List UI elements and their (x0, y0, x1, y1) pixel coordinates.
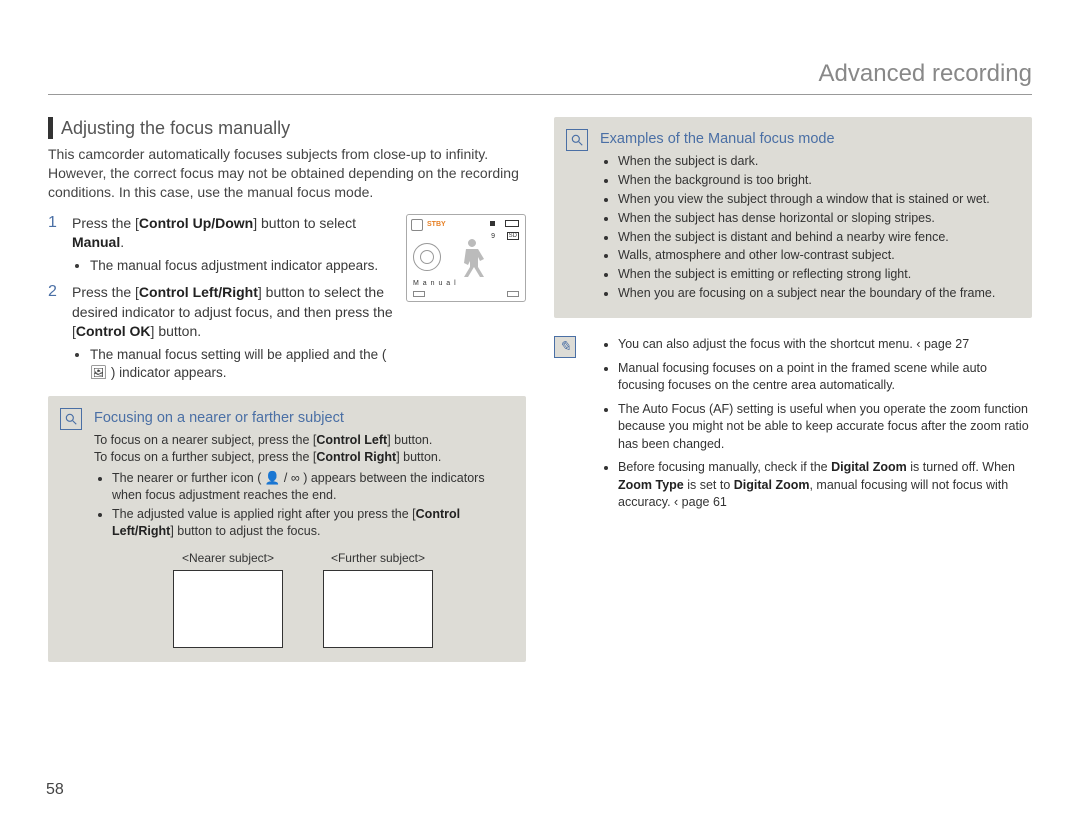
examples-bullet: Walls, atmosphere and other low-contrast… (618, 247, 1018, 264)
right-column: Examples of the Manual focus mode When t… (554, 117, 1032, 662)
home-icon (411, 219, 423, 231)
panel-line-1: To focus on a nearer subject, press the … (94, 432, 512, 449)
step-row: 2Press the [Control Left/Right] button t… (48, 283, 398, 382)
page-number: 58 (46, 781, 64, 799)
examples-bullet: When you are focusing on a subject near … (618, 285, 1018, 302)
step-body: Press the [Control Left/Right] button to… (72, 283, 398, 382)
panel-line-2: To focus on a further subject, press the… (94, 449, 512, 466)
focus-nearer-farther-panel: Focusing on a nearer or farther subject … (48, 396, 526, 661)
section-title: Adjusting the focus manually (61, 118, 290, 139)
magnify-icon (60, 408, 82, 430)
nearer-caption: <Nearer subject> (173, 550, 283, 566)
step-bullet: The manual focus setting will be applied… (90, 346, 398, 382)
note-bullet: The Auto Focus (AF) setting is useful wh… (618, 401, 1032, 454)
intro-paragraph: This camcorder automatically focuses sub… (48, 145, 526, 202)
examples-panel: Examples of the Manual focus mode When t… (554, 117, 1032, 318)
battery-icon (505, 220, 519, 227)
panel-bullet: The adjusted value is applied right afte… (112, 506, 512, 540)
examples-body: When the subject is dark. When the backgr… (600, 153, 1018, 302)
panel-body: To focus on a nearer subject, press the … (94, 432, 512, 647)
note-bullet: Before focusing manually, check if the D… (618, 459, 1032, 512)
examples-title: Examples of the Manual focus mode (600, 129, 1018, 147)
examples-bullet: When the subject is emitting or reflecti… (618, 266, 1018, 283)
nearer-thumb-col: <Nearer subject> (173, 550, 283, 648)
bottom-left-icon (413, 291, 425, 297)
notes-body: You can also adjust the focus with the s… (600, 336, 1032, 512)
lcd-screen-illustration: STBY 9 SD M a n u a l (406, 214, 526, 302)
further-thumb-col: <Further subject> (323, 550, 433, 648)
note-icon: ✎ (554, 336, 576, 358)
sd-icon: SD (507, 232, 519, 240)
content-columns: Adjusting the focus manually This camcor… (48, 117, 1032, 662)
examples-bullet: When the subject is dark. (618, 153, 1018, 170)
stby-label: STBY (427, 221, 446, 228)
nearer-thumb (173, 570, 283, 648)
examples-bullet: When the subject is distant and behind a… (618, 229, 1018, 246)
step-row: 1Press the [Control Up/Down] button to s… (48, 214, 398, 275)
bottom-right-icon (507, 291, 519, 297)
further-thumb (323, 570, 433, 648)
step-number: 1 (48, 214, 62, 275)
section-title-bar: Adjusting the focus manually (48, 117, 526, 139)
page-title: Advanced recording (48, 60, 1032, 95)
step-bullet: The manual focus adjustment indicator ap… (90, 257, 398, 275)
examples-bullet: When the background is too bright. (618, 172, 1018, 189)
thumb-row: <Nearer subject> <Further subject> (94, 550, 512, 648)
note-bullet: Manual focusing focuses on a point in th… (618, 360, 1032, 395)
further-caption: <Further subject> (323, 550, 433, 566)
rec-icon (490, 221, 495, 226)
left-column: Adjusting the focus manually This camcor… (48, 117, 526, 662)
magnify-icon (566, 129, 588, 151)
note-bullet: You can also adjust the focus with the s… (618, 336, 1032, 354)
examples-bullet: When the subject has dense horizontal or… (618, 210, 1018, 227)
person-silhouette-icon (452, 235, 492, 283)
dial-icon (413, 243, 441, 271)
notes-panel: ✎ You can also adjust the focus with the… (554, 336, 1032, 512)
examples-bullet: When you view the subject through a wind… (618, 191, 1018, 208)
step-body: Press the [Control Up/Down] button to se… (72, 214, 398, 275)
step-number: 2 (48, 283, 62, 382)
panel-title: Focusing on a nearer or farther subject (94, 408, 512, 426)
manual-label: M a n u a l (413, 280, 457, 287)
panel-bullet: The nearer or further icon ( 👤 / ∞ ) app… (112, 470, 512, 504)
